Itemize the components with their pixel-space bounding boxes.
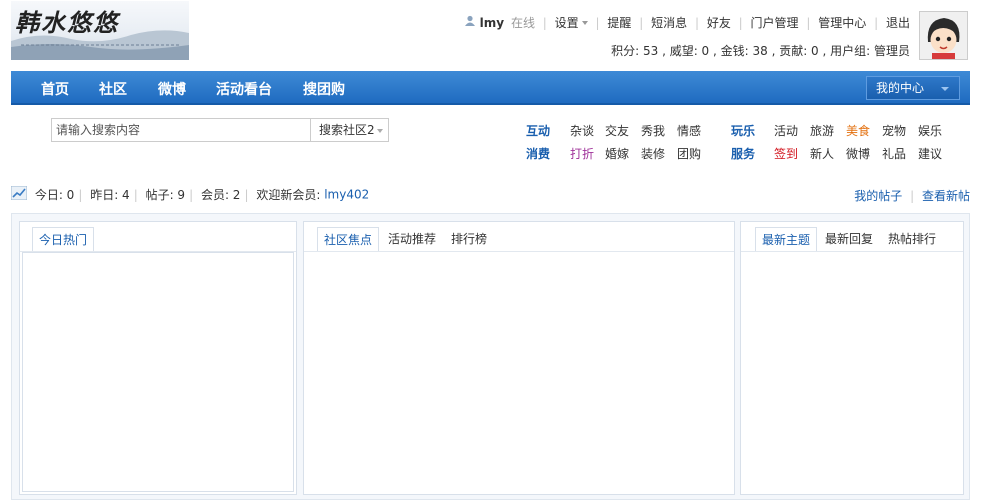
portal-admin-link[interactable]: 门户管理 xyxy=(751,14,799,31)
quick-link[interactable]: 秀我 xyxy=(641,122,665,139)
tab-latest-topics[interactable]: 最新主题 xyxy=(755,227,818,251)
post-links: 我的帖子 | 查看新帖 xyxy=(854,189,970,203)
tab-hot-ranking[interactable]: 热帖排行 xyxy=(888,230,936,247)
quick-link[interactable]: 签到 xyxy=(774,145,798,162)
my-posts-link[interactable]: 我的帖子 xyxy=(854,189,902,203)
username-link[interactable]: lmy xyxy=(480,16,504,30)
chevron-down-icon xyxy=(581,20,588,25)
chart-icon xyxy=(10,185,28,203)
quick-link[interactable]: 礼品 xyxy=(882,145,906,162)
panel-tabs: 今日热门 xyxy=(20,222,296,252)
tab-activity-picks[interactable]: 活动推荐 xyxy=(388,230,436,247)
tab-ranking[interactable]: 排行榜 xyxy=(451,230,487,247)
category-interact[interactable]: 互动 xyxy=(526,122,550,139)
panel-tabs: 社区焦点 活动推荐 排行榜 xyxy=(304,222,734,252)
tab-community-focus[interactable]: 社区焦点 xyxy=(317,227,380,251)
chevron-down-icon xyxy=(377,129,383,133)
view-new-posts-link[interactable]: 查看新帖 xyxy=(922,189,970,203)
nav-home[interactable]: 首页 xyxy=(41,79,69,99)
nav-events[interactable]: 活动看台 xyxy=(216,79,272,99)
hot-today-panel: 今日热门 xyxy=(19,221,297,495)
quick-link[interactable]: 娱乐 xyxy=(918,122,942,139)
quick-link[interactable]: 新人 xyxy=(810,145,834,162)
logout-link[interactable]: 退出 xyxy=(886,14,910,31)
my-center-dropdown[interactable]: 我的中心 xyxy=(866,76,960,100)
stat-members: 会员: 2 xyxy=(200,188,241,202)
quick-link[interactable]: 装修 xyxy=(641,145,665,162)
quick-link[interactable]: 团购 xyxy=(677,145,701,162)
tab-hot-today[interactable]: 今日热门 xyxy=(32,227,95,251)
welcome-text: 欢迎新会员: xyxy=(256,188,321,202)
user-icon xyxy=(464,15,476,30)
category-service[interactable]: 服务 xyxy=(731,145,755,162)
online-status: 在线 xyxy=(510,16,535,30)
search-scope-label: 搜索社区2 xyxy=(319,123,375,137)
friends-link[interactable]: 好友 xyxy=(707,14,731,31)
stat-posts: 帖子: 9 xyxy=(145,188,186,202)
quick-link[interactable]: 打折 xyxy=(570,145,594,162)
new-member-link[interactable]: lmy402 xyxy=(324,188,369,202)
cartoon-avatar-icon xyxy=(920,12,967,59)
category-play[interactable]: 玩乐 xyxy=(731,122,755,139)
my-center-label: 我的中心 xyxy=(876,81,925,95)
search-scope-select[interactable]: 搜索社区2 xyxy=(310,118,389,142)
main-nav: 首页 社区 微博 活动看台 搜团购 我的中心 xyxy=(11,71,970,105)
community-focus-panel: 社区焦点 活动推荐 排行榜 xyxy=(303,221,735,495)
site-stats: 今日: 0 | 昨日: 4 | 帖子: 9 | 会员: 2 | 欢迎新会员: lmy40… xyxy=(10,185,369,203)
settings-menu[interactable]: 设置 xyxy=(555,14,588,31)
logo-text: 韩水悠悠 xyxy=(15,8,119,37)
quick-link[interactable]: 宠物 xyxy=(882,122,906,139)
reminders-link[interactable]: 提醒 xyxy=(607,14,631,31)
tab-latest-replies[interactable]: 最新回复 xyxy=(825,230,873,247)
nav-weibo[interactable]: 微博 xyxy=(158,79,186,99)
panel-tabs: 最新主题 最新回复 热帖排行 xyxy=(741,222,963,252)
quick-link[interactable]: 旅游 xyxy=(810,122,834,139)
quick-link[interactable]: 建议 xyxy=(918,145,942,162)
hot-today-list xyxy=(22,252,294,492)
quick-link[interactable]: 美食 xyxy=(846,122,870,139)
category-consume[interactable]: 消费 xyxy=(526,145,550,162)
stat-yesterday: 昨日: 4 xyxy=(90,188,130,202)
chevron-down-icon xyxy=(941,87,949,91)
quick-link[interactable]: 杂谈 xyxy=(570,122,594,139)
quick-link[interactable]: 交友 xyxy=(605,122,629,139)
search-input[interactable] xyxy=(51,118,311,142)
settings-label: 设置 xyxy=(554,16,579,30)
stat-today: 今日: 0 xyxy=(34,188,75,202)
admin-center-link[interactable]: 管理中心 xyxy=(818,14,866,31)
user-stats: 积分: 53 , 威望: 0 , 金钱: 38 , 贡献: 0 , 用户组: 管… xyxy=(611,44,910,58)
nav-group-buy[interactable]: 搜团购 xyxy=(303,79,345,99)
nav-community[interactable]: 社区 xyxy=(99,79,127,99)
avatar[interactable] xyxy=(919,11,968,60)
user-bar: lmy 在线 | 设置 | 提醒 | 短消息 | 好友 | 门户管理 | 管理中… xyxy=(464,14,910,30)
latest-topics-panel: 最新主题 最新回复 热帖排行 xyxy=(740,221,964,495)
quick-link[interactable]: 活动 xyxy=(774,122,798,139)
site-logo[interactable]: 韩水悠悠 xyxy=(11,1,189,60)
quick-link[interactable]: 微博 xyxy=(846,145,870,162)
messages-link[interactable]: 短消息 xyxy=(651,14,687,31)
quick-link[interactable]: 情感 xyxy=(677,122,701,139)
quick-link[interactable]: 婚嫁 xyxy=(605,145,629,162)
